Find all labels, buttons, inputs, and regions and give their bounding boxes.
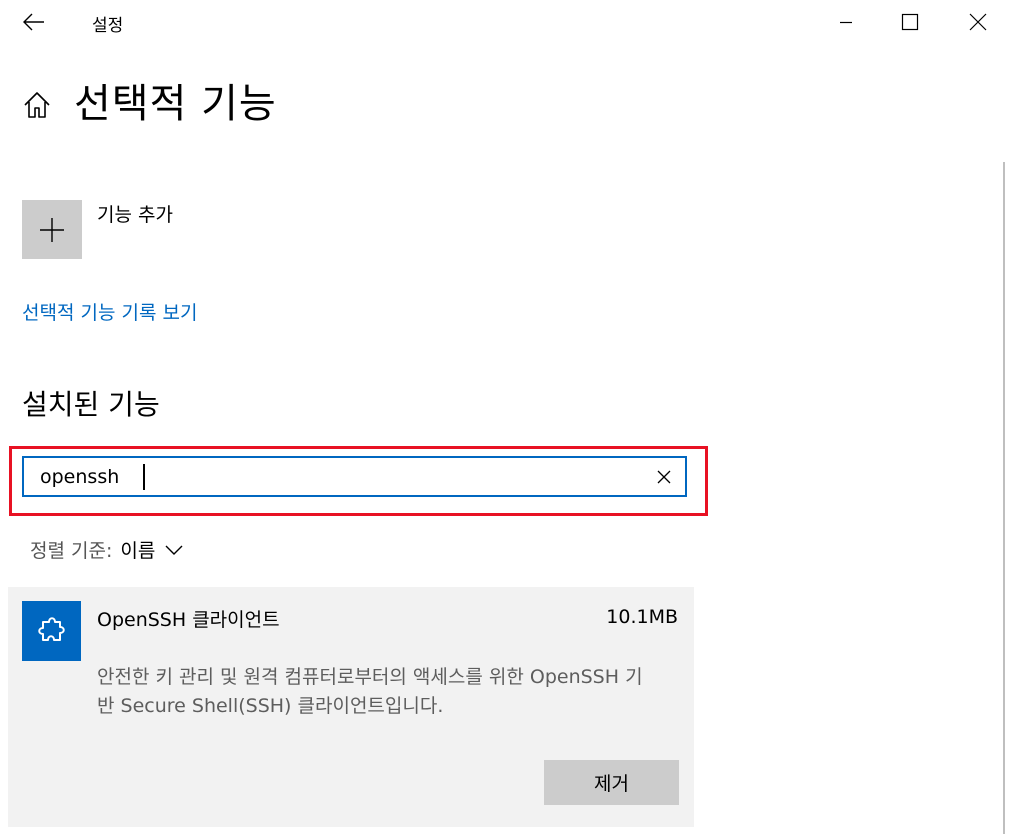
app-title: 설정 xyxy=(92,16,124,36)
close-icon xyxy=(657,470,671,484)
arrow-left-icon xyxy=(23,13,44,31)
close-icon xyxy=(969,13,987,31)
home-icon xyxy=(24,92,50,118)
add-feature-button[interactable] xyxy=(22,200,82,259)
clear-search-button[interactable] xyxy=(649,462,679,492)
search-box[interactable] xyxy=(22,456,687,497)
chevron-down-icon xyxy=(165,545,183,555)
maximize-icon xyxy=(901,13,919,31)
feature-size: 10.1MB xyxy=(606,606,678,628)
search-input[interactable] xyxy=(40,463,640,491)
add-feature-label[interactable]: 기능 추가 xyxy=(97,200,173,227)
text-caret xyxy=(143,464,145,490)
maximize-button[interactable] xyxy=(887,0,933,44)
minimize-icon xyxy=(840,21,852,24)
sort-value: 이름 xyxy=(120,540,156,562)
installed-features-heading: 설치된 기능 xyxy=(22,388,160,421)
title-bar: 설정 xyxy=(0,0,1011,44)
feature-description: 안전한 키 관리 및 원격 컴퓨터로부터의 액세스를 위한 OpenSSH 기반… xyxy=(97,666,643,717)
plus-icon xyxy=(40,217,64,242)
settings-window: 설정 선택적 기능 기능 추가 선택적 기능 기록 보기 설치된 기능 open… xyxy=(0,0,1011,834)
feature-name: OpenSSH 클라이언트 xyxy=(97,609,280,631)
feature-icon-tile xyxy=(22,601,81,661)
close-button[interactable] xyxy=(955,0,1001,44)
feature-history-link[interactable]: 선택적 기능 기록 보기 xyxy=(22,298,197,325)
minimize-button[interactable] xyxy=(823,0,869,44)
sort-dropdown[interactable]: 정렬 기준: 이름 xyxy=(30,536,183,563)
page-title: 선택적 기능 xyxy=(74,81,277,127)
remove-button[interactable]: 제거 xyxy=(544,760,679,805)
sort-label: 정렬 기준: xyxy=(30,540,113,562)
feature-item[interactable]: OpenSSH 클라이언트 10.1MB 안전한 키 관리 및 원격 컴퓨터로부… xyxy=(8,587,694,827)
home-button[interactable] xyxy=(22,90,52,120)
puzzle-icon xyxy=(37,617,65,641)
scrollbar[interactable] xyxy=(1003,162,1005,834)
back-button[interactable] xyxy=(14,4,54,40)
